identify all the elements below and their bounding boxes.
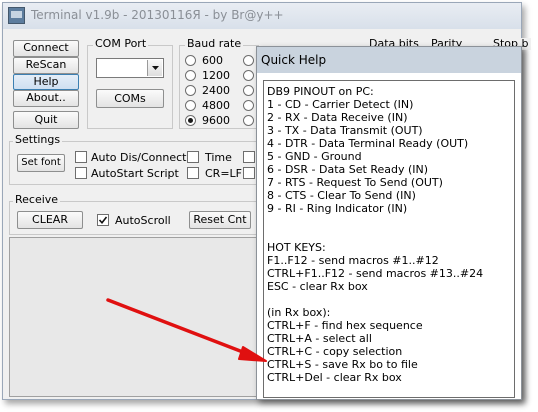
- arrow-head-icon: [238, 346, 267, 362]
- annotation-arrow-shaft: [106, 298, 250, 356]
- annotation-arrow: [106, 298, 267, 362]
